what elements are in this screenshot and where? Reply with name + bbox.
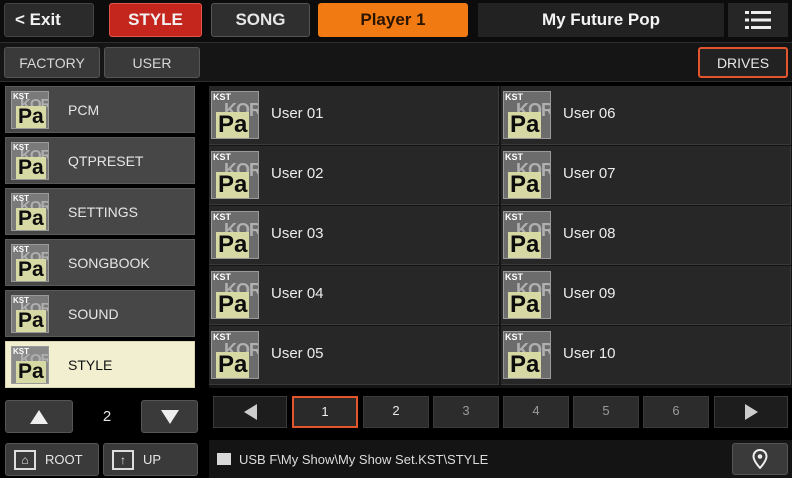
pa-folder-icon: KORGKSTPa <box>211 331 259 379</box>
bank-label: User 07 <box>563 165 616 182</box>
current-path: USB F\My Show\My Show Set.KST\STYLE <box>239 451 489 467</box>
locate-button[interactable] <box>732 443 788 475</box>
pa-folder-icon: KORGKSTPa <box>503 331 551 379</box>
folder-item-pcm[interactable]: KORGKSTPa PCM <box>5 86 195 133</box>
folder-page-number: 2 <box>102 408 112 425</box>
bank-label: User 09 <box>563 285 616 302</box>
page-button-1[interactable]: 1 <box>292 396 358 428</box>
pa-folder-icon: KORGKSTPa <box>211 151 259 199</box>
location-pin-icon <box>752 449 768 469</box>
arrow-down-icon <box>160 409 179 424</box>
bank-item[interactable]: KORGKSTPa User 01 <box>209 86 499 145</box>
folder-item-settings[interactable]: KORGKSTPa SETTINGS <box>5 188 195 235</box>
arrow-left-icon <box>243 404 257 420</box>
bank-item[interactable]: KORGKSTPa User 04 <box>209 266 499 325</box>
pa-folder-icon: KORGKSTPa <box>11 142 49 180</box>
pa-folder-icon: KORGKSTPa <box>211 271 259 319</box>
page-button-3[interactable]: 3 <box>433 396 499 428</box>
folder-page-down-button[interactable] <box>141 400 198 433</box>
pa-folder-icon: KORGKSTPa <box>11 91 49 129</box>
pa-folder-icon: KORGKSTPa <box>11 244 49 282</box>
bank-label: User 08 <box>563 225 616 242</box>
page-button-5[interactable]: 5 <box>573 396 639 428</box>
pa-folder-icon: KORGKSTPa <box>11 193 49 231</box>
song-mode-button[interactable]: SONG <box>211 3 310 37</box>
folder-label: SONGBOOK <box>68 254 150 271</box>
menu-button[interactable] <box>728 3 788 37</box>
bank-item[interactable]: KORGKSTPa User 10 <box>501 326 791 385</box>
pa-folder-icon: KORGKSTPa <box>503 271 551 319</box>
exit-button[interactable]: < Exit <box>4 3 94 37</box>
folder-label: PCM <box>68 101 100 118</box>
drives-button[interactable]: DRIVES <box>698 47 788 78</box>
pa-folder-icon: KORGKSTPa <box>211 211 259 259</box>
pa-open-folder-icon: KORGKSTPa <box>11 346 49 384</box>
folder-icon <box>217 453 231 465</box>
arrow-up-folder-icon: ↑ <box>112 449 134 470</box>
path-bar: USB F\My Show\My Show Set.KST\STYLE <box>209 440 792 478</box>
up-button[interactable]: ↑ UP <box>103 443 198 476</box>
folder-label: SETTINGS <box>68 203 139 220</box>
factory-tab[interactable]: FACTORY <box>4 47 100 78</box>
bank-item[interactable]: KORGKSTPa User 09 <box>501 266 791 325</box>
bank-label: User 04 <box>271 285 324 302</box>
page-button-2[interactable]: 2 <box>363 396 429 428</box>
bank-item[interactable]: KORGKSTPa User 06 <box>501 86 791 145</box>
pa-folder-icon: KORGKSTPa <box>503 211 551 259</box>
bank-item[interactable]: KORGKSTPa User 08 <box>501 206 791 265</box>
page-button-6[interactable]: 6 <box>643 396 709 428</box>
bank-item[interactable]: KORGKSTPa User 03 <box>209 206 499 265</box>
pa-folder-icon: KORGKSTPa <box>11 295 49 333</box>
root-button[interactable]: ⌂ ROOT <box>5 443 99 476</box>
bank-item[interactable]: KORGKSTPa User 02 <box>209 146 499 205</box>
up-label: UP <box>143 452 162 467</box>
home-icon: ⌂ <box>14 449 36 470</box>
folder-label: QTPRESET <box>68 152 144 169</box>
folder-label: STYLE <box>68 356 113 373</box>
page-prev-button[interactable] <box>213 396 287 428</box>
bank-item[interactable]: KORGKSTPa User 07 <box>501 146 791 205</box>
bank-label: User 02 <box>271 165 324 182</box>
current-style-title: My Future Pop <box>478 3 724 37</box>
page-next-button[interactable] <box>714 396 788 428</box>
style-mode-button[interactable]: STYLE <box>109 3 202 37</box>
root-label: ROOT <box>45 452 83 467</box>
folder-item-qtpreset[interactable]: KORGKSTPa QTPRESET <box>5 137 195 184</box>
bank-label: User 01 <box>271 105 324 122</box>
bank-grid: KORGKSTPa User 01 KORGKSTPa User 02 KORG… <box>209 86 792 388</box>
arrow-right-icon <box>744 404 758 420</box>
pa-folder-icon: KORGKSTPa <box>503 91 551 139</box>
hamburger-menu-icon <box>745 11 771 29</box>
folder-item-songbook[interactable]: KORGKSTPa SONGBOOK <box>5 239 195 286</box>
bank-label: User 06 <box>563 105 616 122</box>
pa-folder-icon: KORGKSTPa <box>503 151 551 199</box>
folder-list: KORGKSTPa PCM KORGKSTPa QTPRESET KORGKST… <box>0 82 202 478</box>
bank-label: User 05 <box>271 345 324 362</box>
folder-label: SOUND <box>68 305 119 322</box>
bank-item[interactable]: KORGKSTPa User 05 <box>209 326 499 385</box>
folder-item-sound[interactable]: KORGKSTPa SOUND <box>5 290 195 337</box>
page-selector: 1 2 3 4 5 6 <box>209 394 792 430</box>
player-selector[interactable]: Player 1 <box>318 3 468 37</box>
user-tab[interactable]: USER <box>104 47 200 78</box>
page-button-4[interactable]: 4 <box>503 396 569 428</box>
top-bar: < Exit STYLE SONG Player 1 My Future Pop <box>0 0 792 42</box>
source-bar: FACTORY USER DRIVES <box>0 42 792 82</box>
folder-page-up-button[interactable] <box>5 400 73 433</box>
bank-label: User 03 <box>271 225 324 242</box>
bank-label: User 10 <box>563 345 616 362</box>
pa-folder-icon: KORGKSTPa <box>211 91 259 139</box>
arrow-up-icon <box>30 409 48 424</box>
folder-item-style[interactable]: KORGKSTPa STYLE <box>5 341 195 388</box>
